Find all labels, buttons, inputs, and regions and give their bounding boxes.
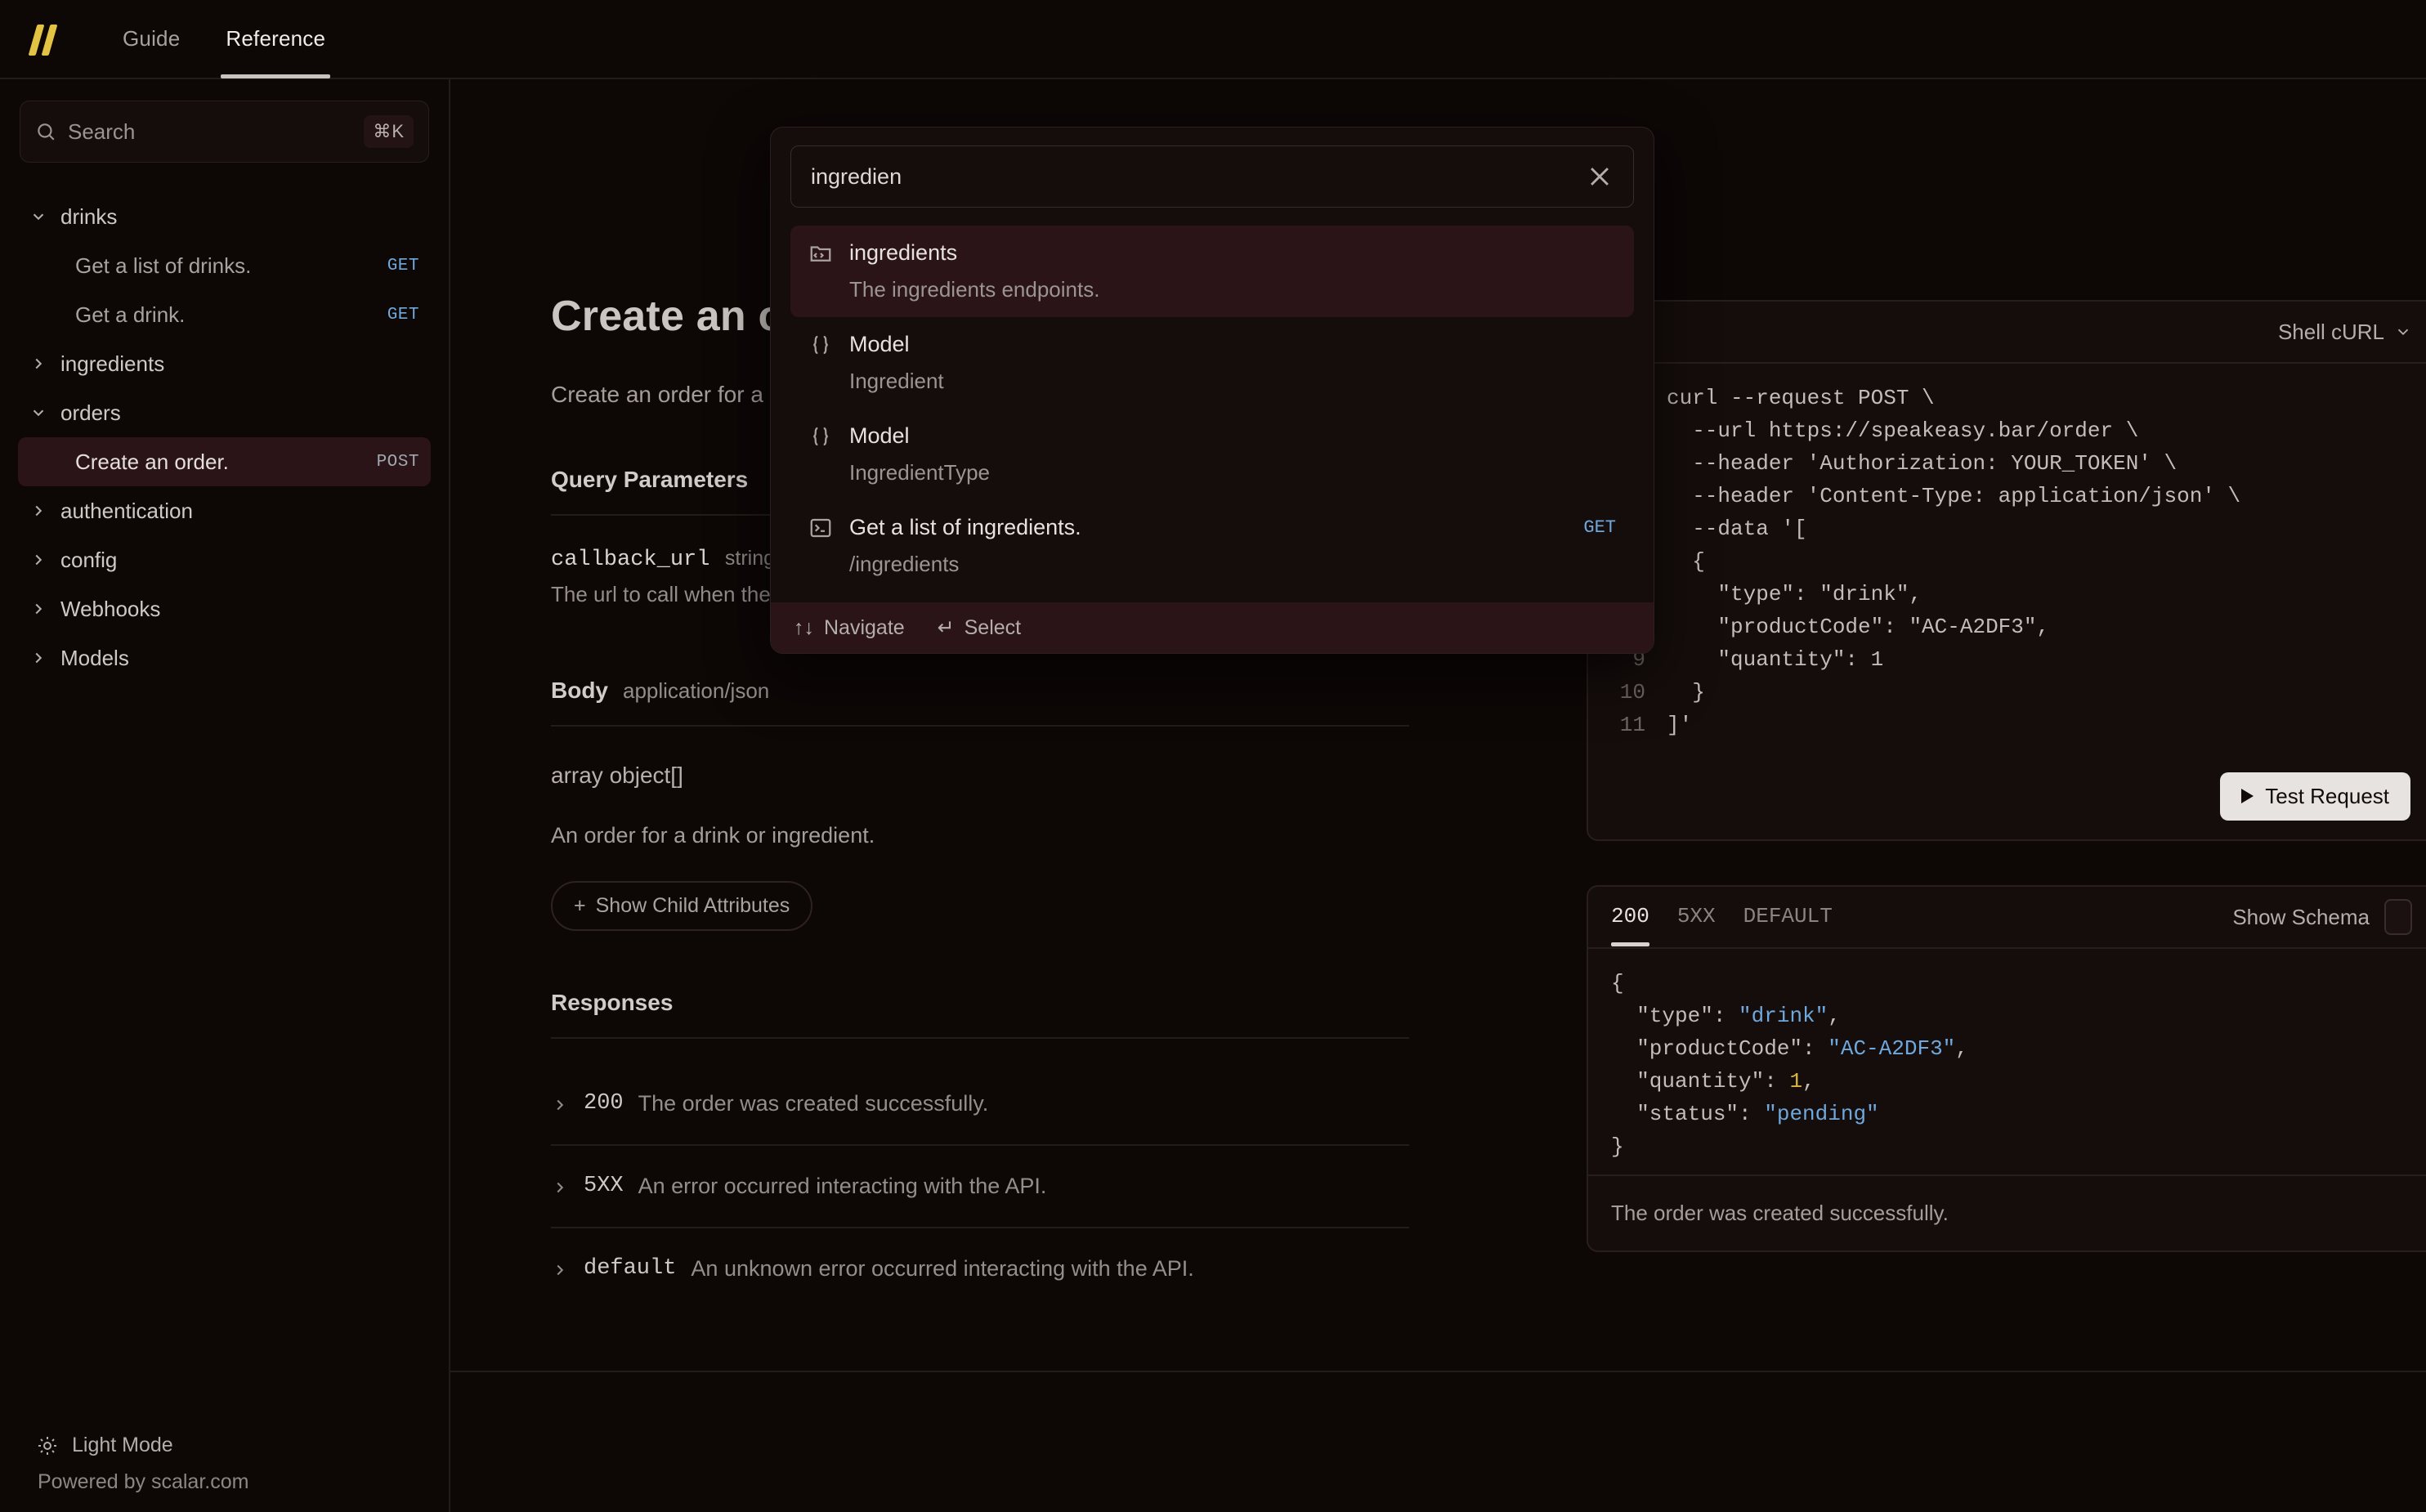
search-result-item[interactable]: Model IngredientType	[790, 409, 1634, 500]
search-result-item[interactable]: ingredients The ingredients endpoints.	[790, 226, 1634, 317]
scalar-api-reference-app: Guide Reference Search ⌘K drinks Get a l…	[0, 0, 2426, 1512]
select-hint: ↵ Select	[938, 615, 1021, 640]
braces-icon	[813, 427, 828, 445]
braces-icon	[813, 335, 828, 354]
search-modal: ingredien ingredients The ingredients en…	[770, 127, 1654, 654]
search-result-item[interactable]: Get a list of ingredients. GET /ingredie…	[790, 500, 1634, 592]
search-query-value: ingredien	[811, 163, 902, 189]
terminal-icon	[810, 518, 831, 537]
method-badge: GET	[1583, 517, 1616, 538]
folder-code-icon	[810, 245, 831, 262]
navigate-label: Navigate	[824, 615, 905, 639]
search-result-subtitle: /ingredients	[849, 552, 960, 576]
enter-key-icon: ↵	[937, 616, 955, 639]
search-result-subtitle: The ingredients endpoints.	[849, 277, 1100, 302]
search-modal-footer: ↑↓ Navigate ↵ Select	[771, 602, 1654, 653]
search-results-list: ingredients The ingredients endpoints. M…	[771, 208, 1654, 602]
search-result-title: Model	[849, 423, 910, 448]
search-result-title: ingredients	[849, 240, 958, 265]
search-modal-input[interactable]: ingredien	[790, 145, 1634, 208]
search-result-subtitle: IngredientType	[849, 460, 991, 485]
search-modal-overlay[interactable]: ingredien ingredients The ingredients en…	[0, 0, 2426, 1512]
search-result-subtitle: Ingredient	[849, 369, 944, 393]
search-result-title: Get a list of ingredients.	[849, 515, 1081, 539]
arrow-keys-icon: ↑↓	[794, 615, 814, 639]
navigate-hint: ↑↓ Navigate	[794, 616, 905, 640]
search-modal-input-wrap: ingredien	[771, 127, 1654, 208]
select-label: Select	[964, 615, 1022, 639]
close-icon[interactable]	[1586, 163, 1614, 190]
search-result-item[interactable]: Model Ingredient	[790, 317, 1634, 409]
search-result-title: Model	[849, 332, 910, 356]
